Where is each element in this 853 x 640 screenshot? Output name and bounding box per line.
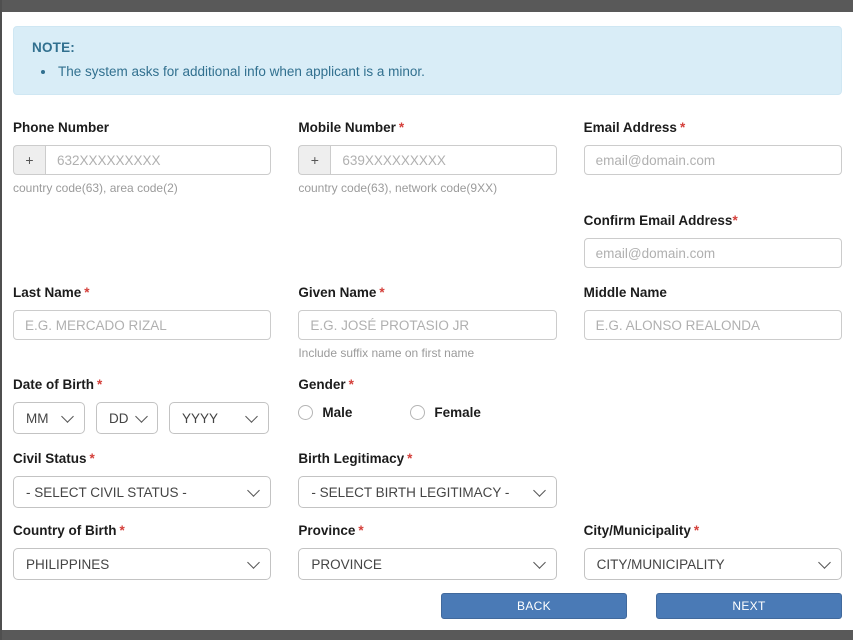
required-asterisk: * (379, 285, 384, 300)
phone-label: Phone Number (13, 120, 271, 136)
birth-legitimacy-select[interactable]: - SELECT BIRTH LEGITIMACY - (298, 476, 556, 508)
window-edge (0, 0, 2, 640)
mobile-helper-text: country code(63), network code(9XX) (298, 181, 556, 195)
chevron-down-icon (533, 556, 546, 569)
city-municipality-select[interactable]: CITY/MUNICIPALITY (584, 548, 842, 580)
mobile-field-group: Mobile Number* + country code(63), netwo… (298, 120, 556, 195)
required-asterisk: * (97, 377, 102, 392)
last-name-field-group: Last Name* (13, 285, 271, 360)
mobile-label: Mobile Number* (298, 120, 556, 136)
chevron-down-icon (61, 410, 74, 423)
dob-field-group: Date of Birth* MM DD YYYY (13, 377, 271, 434)
civil-status-select[interactable]: - SELECT CIVIL STATUS - (13, 476, 271, 508)
plus-prefix-addon: + (298, 145, 330, 175)
plus-prefix-addon: + (13, 145, 45, 175)
required-asterisk: * (694, 523, 699, 538)
gender-label: Gender* (298, 377, 556, 393)
chevron-down-icon (533, 484, 546, 497)
gender-female-radio[interactable]: Female (410, 405, 481, 420)
chevron-down-icon (247, 484, 260, 497)
last-name-label: Last Name* (13, 285, 271, 301)
email-label: Email Address* (584, 120, 842, 136)
note-title: NOTE: (32, 40, 823, 55)
middle-name-field-group: Middle Name (584, 285, 842, 360)
province-field-group: Province* PROVINCE (298, 523, 556, 580)
confirm-email-input[interactable] (584, 238, 842, 268)
mobile-input[interactable] (330, 145, 556, 175)
gender-male-radio[interactable]: Male (298, 405, 352, 420)
note-list: The system asks for additional info when… (56, 64, 823, 79)
top-frame-bar (0, 0, 853, 12)
dob-month-select[interactable]: MM (13, 402, 85, 434)
phone-field-group: Phone Number + country code(63), area co… (13, 120, 271, 195)
phone-helper-text: country code(63), area code(2) (13, 181, 271, 195)
confirm-email-field-group: Confirm Email Address* (584, 213, 842, 268)
radio-circle-icon (410, 405, 425, 420)
email-input[interactable] (584, 145, 842, 175)
province-select[interactable]: PROVINCE (298, 548, 556, 580)
contact-row: Phone Number + country code(63), area co… (13, 120, 842, 195)
radio-circle-icon (298, 405, 313, 420)
birth-legitimacy-field-group: Birth Legitimacy* - SELECT BIRTH LEGITIM… (298, 451, 556, 508)
city-municipality-label: City/Municipality* (584, 523, 842, 539)
gender-options: Male Female (298, 405, 556, 420)
next-button[interactable]: NEXT (656, 593, 842, 619)
country-of-birth-label: Country of Birth* (13, 523, 271, 539)
dob-selects: MM DD YYYY (13, 402, 271, 434)
required-asterisk: * (680, 120, 685, 135)
birthplace-row: Country of Birth* PHILIPPINES Province* … (13, 523, 842, 580)
province-label: Province* (298, 523, 556, 539)
given-name-input[interactable] (298, 310, 556, 340)
dob-gender-row: Date of Birth* MM DD YYYY Gender* Male F… (13, 377, 842, 434)
chevron-down-icon (135, 410, 148, 423)
required-asterisk: * (358, 523, 363, 538)
status-row: Civil Status* - SELECT CIVIL STATUS - Bi… (13, 451, 842, 508)
given-name-field-group: Given Name* Include suffix name on first… (298, 285, 556, 360)
chevron-down-icon (818, 556, 831, 569)
middle-name-input[interactable] (584, 310, 842, 340)
given-name-helper-text: Include suffix name on first name (298, 346, 556, 360)
gender-field-group: Gender* Male Female (298, 377, 556, 434)
note-item: The system asks for additional info when… (56, 64, 823, 79)
chevron-down-icon (247, 556, 260, 569)
country-of-birth-field-group: Country of Birth* PHILIPPINES (13, 523, 271, 580)
dob-year-select[interactable]: YYYY (169, 402, 269, 434)
required-asterisk: * (732, 213, 737, 228)
form-actions: BACK NEXT (13, 593, 842, 619)
form-content: NOTE: The system asks for additional inf… (0, 26, 853, 619)
names-row: Last Name* Given Name* Include suffix na… (13, 285, 842, 360)
bottom-frame-bar (0, 630, 853, 640)
required-asterisk: * (90, 451, 95, 466)
dob-label: Date of Birth* (13, 377, 271, 393)
birth-legitimacy-label: Birth Legitimacy* (298, 451, 556, 467)
note-alert: NOTE: The system asks for additional inf… (13, 26, 842, 95)
country-of-birth-select[interactable]: PHILIPPINES (13, 548, 271, 580)
confirm-email-row: Confirm Email Address* (13, 213, 842, 268)
email-field-group: Email Address* (584, 120, 842, 195)
mobile-input-group: + (298, 145, 556, 175)
last-name-input[interactable] (13, 310, 271, 340)
required-asterisk: * (399, 120, 404, 135)
given-name-label: Given Name* (298, 285, 556, 301)
dob-day-select[interactable]: DD (96, 402, 158, 434)
civil-status-field-group: Civil Status* - SELECT CIVIL STATUS - (13, 451, 271, 508)
confirm-email-label: Confirm Email Address* (584, 213, 842, 229)
phone-input[interactable] (45, 145, 271, 175)
required-asterisk: * (120, 523, 125, 538)
city-municipality-field-group: City/Municipality* CITY/MUNICIPALITY (584, 523, 842, 580)
civil-status-label: Civil Status* (13, 451, 271, 467)
required-asterisk: * (84, 285, 89, 300)
back-button[interactable]: BACK (441, 593, 627, 619)
middle-name-label: Middle Name (584, 285, 842, 301)
required-asterisk: * (349, 377, 354, 392)
chevron-down-icon (245, 410, 258, 423)
required-asterisk: * (407, 451, 412, 466)
phone-input-group: + (13, 145, 271, 175)
